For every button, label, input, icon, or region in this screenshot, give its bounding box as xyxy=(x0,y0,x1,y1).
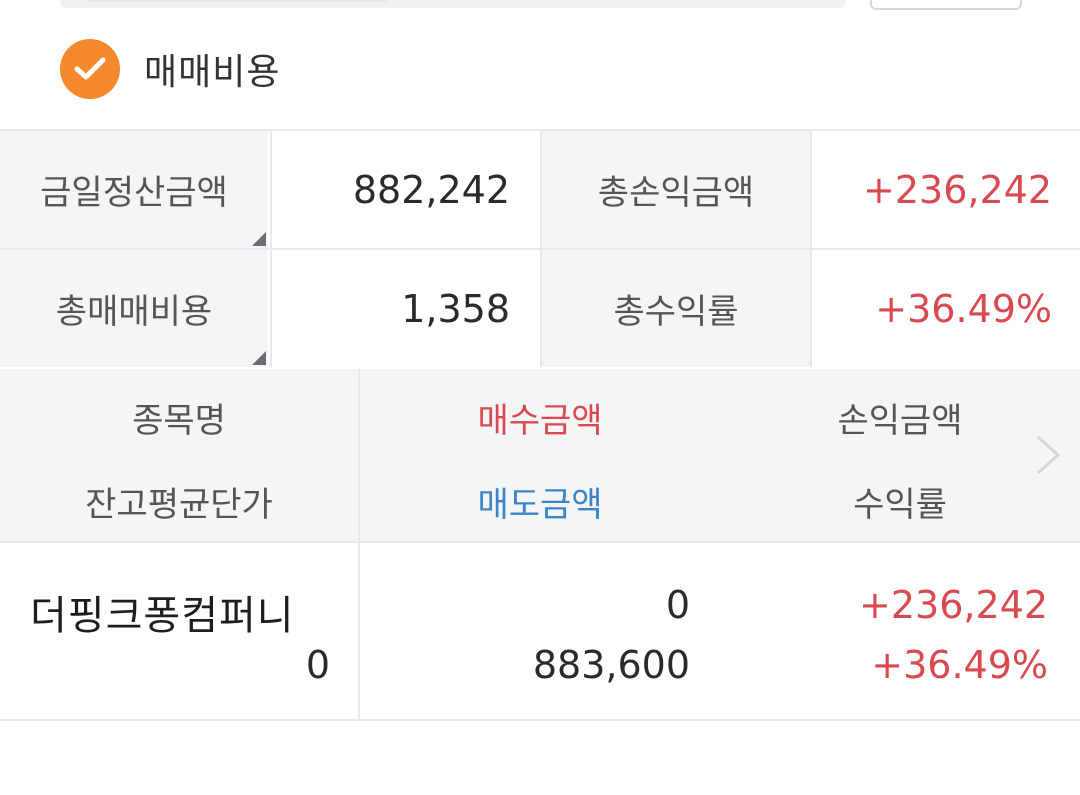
tooltip-corner-icon xyxy=(252,351,266,365)
pl-amount-value: +236,242 xyxy=(859,583,1048,627)
header-avg-price: 잔고평균단가 xyxy=(85,485,273,525)
return-rate-value: +36.49% xyxy=(871,643,1048,687)
search-field[interactable] xyxy=(60,0,846,8)
checkbox-checked-icon[interactable] xyxy=(60,39,120,99)
summary-grid: 금일정산금액 882,242 총손익금액 +236,242 총매매비용 1,35… xyxy=(0,129,1080,371)
checkbox-label: 매매비용 xyxy=(144,52,281,93)
summary-row: 금일정산금액 882,242 총손익금액 +236,242 xyxy=(0,131,1080,250)
header-return-rate: 수익률 xyxy=(853,485,947,525)
today-settlement-label-text: 금일정산금액 xyxy=(40,173,228,213)
header-buy-amount: 매수금액 xyxy=(477,401,603,441)
tooltip-corner-icon xyxy=(252,232,266,246)
sell-amount-value: 883,600 xyxy=(532,643,690,687)
today-settlement-label[interactable]: 금일정산금액 xyxy=(0,131,268,248)
header-sell-amount: 매도금액 xyxy=(477,485,603,525)
screen: 매매비용 금일정산금액 882,242 총손익금액 +236,242 총매매비용… xyxy=(0,0,1080,795)
stock-name: 더핑크퐁컴퍼니 xyxy=(30,593,295,639)
total-cost-label-text: 총매매비용 xyxy=(55,292,213,332)
trade-cost-checkbox-row[interactable]: 매매비용 xyxy=(60,38,280,100)
avg-price-value: 0 xyxy=(305,643,330,687)
total-cost-value: 1,358 xyxy=(270,250,538,367)
total-pl-label: 총손익금액 xyxy=(540,131,810,248)
search-field-inner xyxy=(88,0,388,2)
total-return-value: +36.49% xyxy=(810,250,1080,367)
header-stock-name: 종목명 xyxy=(132,401,226,441)
search-button[interactable] xyxy=(870,0,1022,10)
summary-row: 총매매비용 1,358 총수익률 +36.49% xyxy=(0,250,1080,367)
total-return-label: 총수익률 xyxy=(540,250,810,367)
header-pl-amount: 손익금액 xyxy=(837,401,963,441)
table-header[interactable]: 종목명 잔고평균단가 매수금액 매도금액 손익금액 수익률 xyxy=(0,369,1080,543)
table-row[interactable]: 더핑크퐁컴퍼니 0 0 883,600 +236,242 +36.49% xyxy=(0,543,1080,721)
total-pl-value: +236,242 xyxy=(810,131,1080,248)
total-cost-label[interactable]: 총매매비용 xyxy=(0,250,268,367)
today-settlement-value: 882,242 xyxy=(270,131,538,248)
chevron-right-icon[interactable] xyxy=(1034,433,1062,477)
buy-amount-value: 0 xyxy=(665,583,690,627)
divider xyxy=(358,543,360,719)
